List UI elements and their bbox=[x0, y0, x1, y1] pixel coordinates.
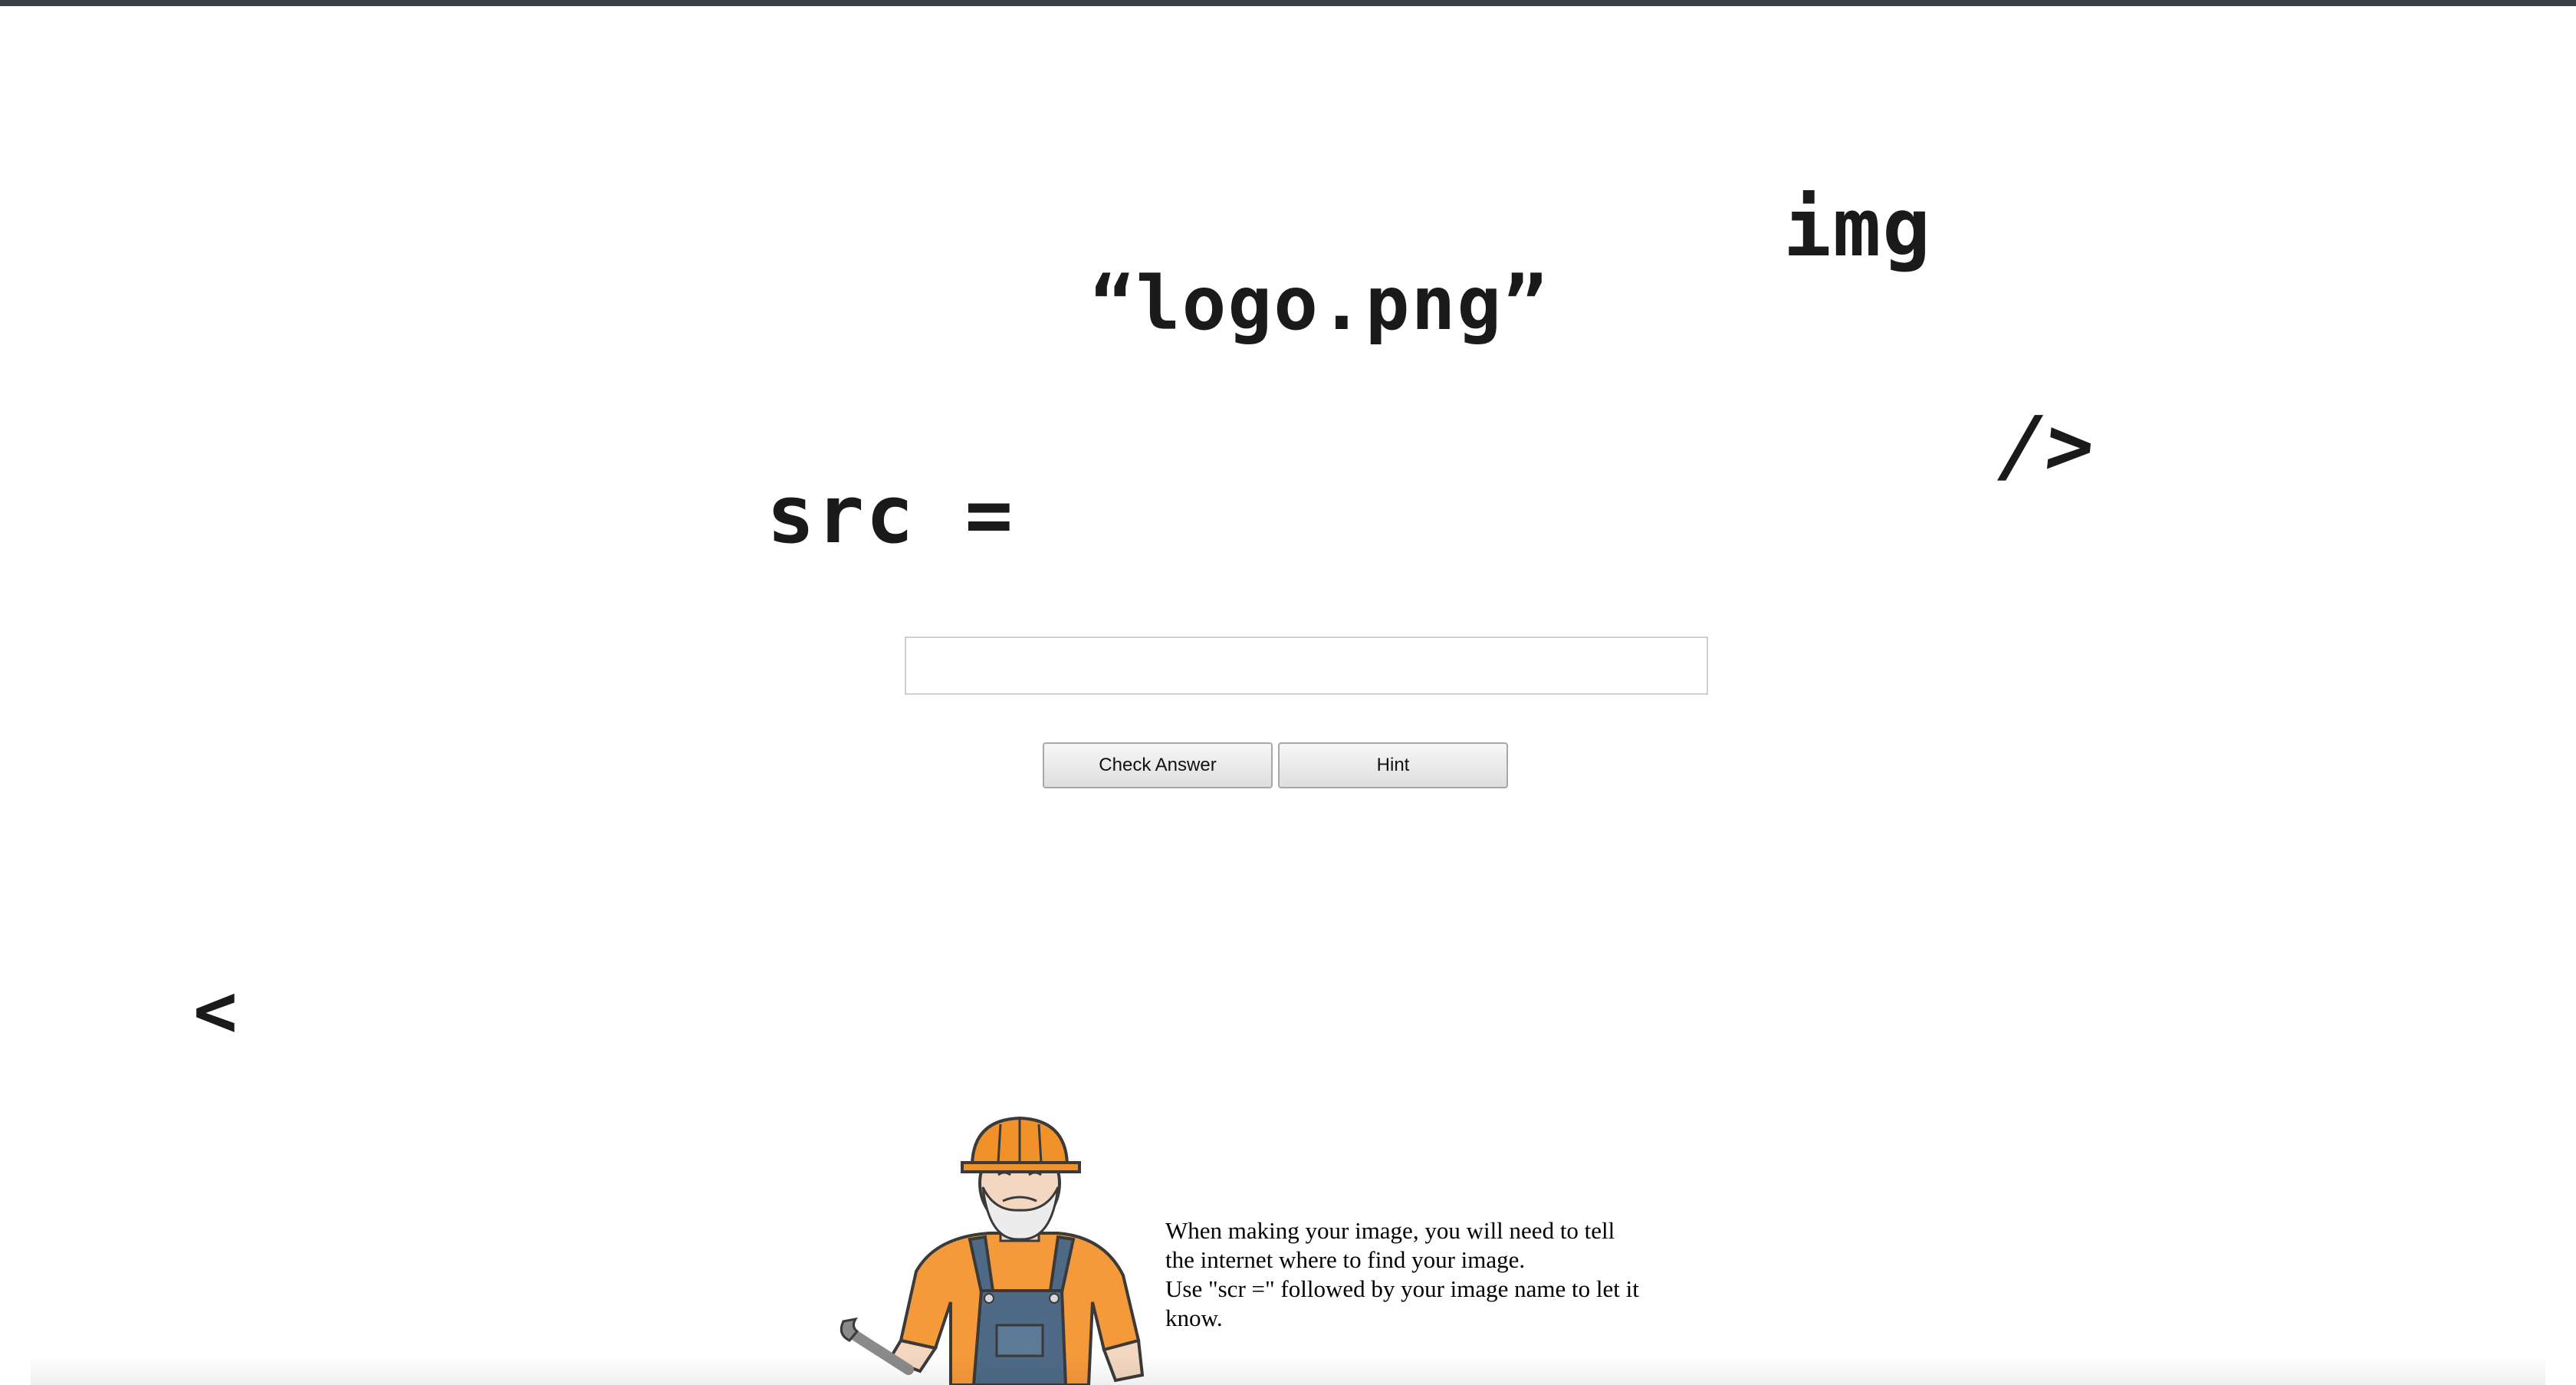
answer-input[interactable] bbox=[905, 637, 1708, 695]
construction-worker-illustration bbox=[840, 1116, 1145, 1385]
code-token-self-close[interactable]: /> bbox=[1992, 399, 2101, 492]
puzzle-stage bbox=[0, 6, 2576, 1385]
helper-line-2: Use "scr =" followed by your image name … bbox=[1165, 1275, 1639, 1331]
hint-button[interactable]: Hint bbox=[1278, 742, 1508, 788]
helper-message: When making your image, you will need to… bbox=[1165, 1216, 1641, 1333]
browser-top-bar bbox=[0, 0, 2576, 6]
helper-line-1: When making your image, you will need to… bbox=[1165, 1217, 1615, 1273]
code-token-src[interactable]: src = bbox=[767, 468, 1014, 561]
code-token-logo-filename[interactable]: “logo.png” bbox=[1090, 261, 1549, 347]
code-token-img[interactable]: img bbox=[1783, 181, 1932, 275]
check-answer-button[interactable]: Check Answer bbox=[1043, 742, 1273, 788]
code-token-open-bracket[interactable]: < bbox=[193, 968, 239, 1054]
